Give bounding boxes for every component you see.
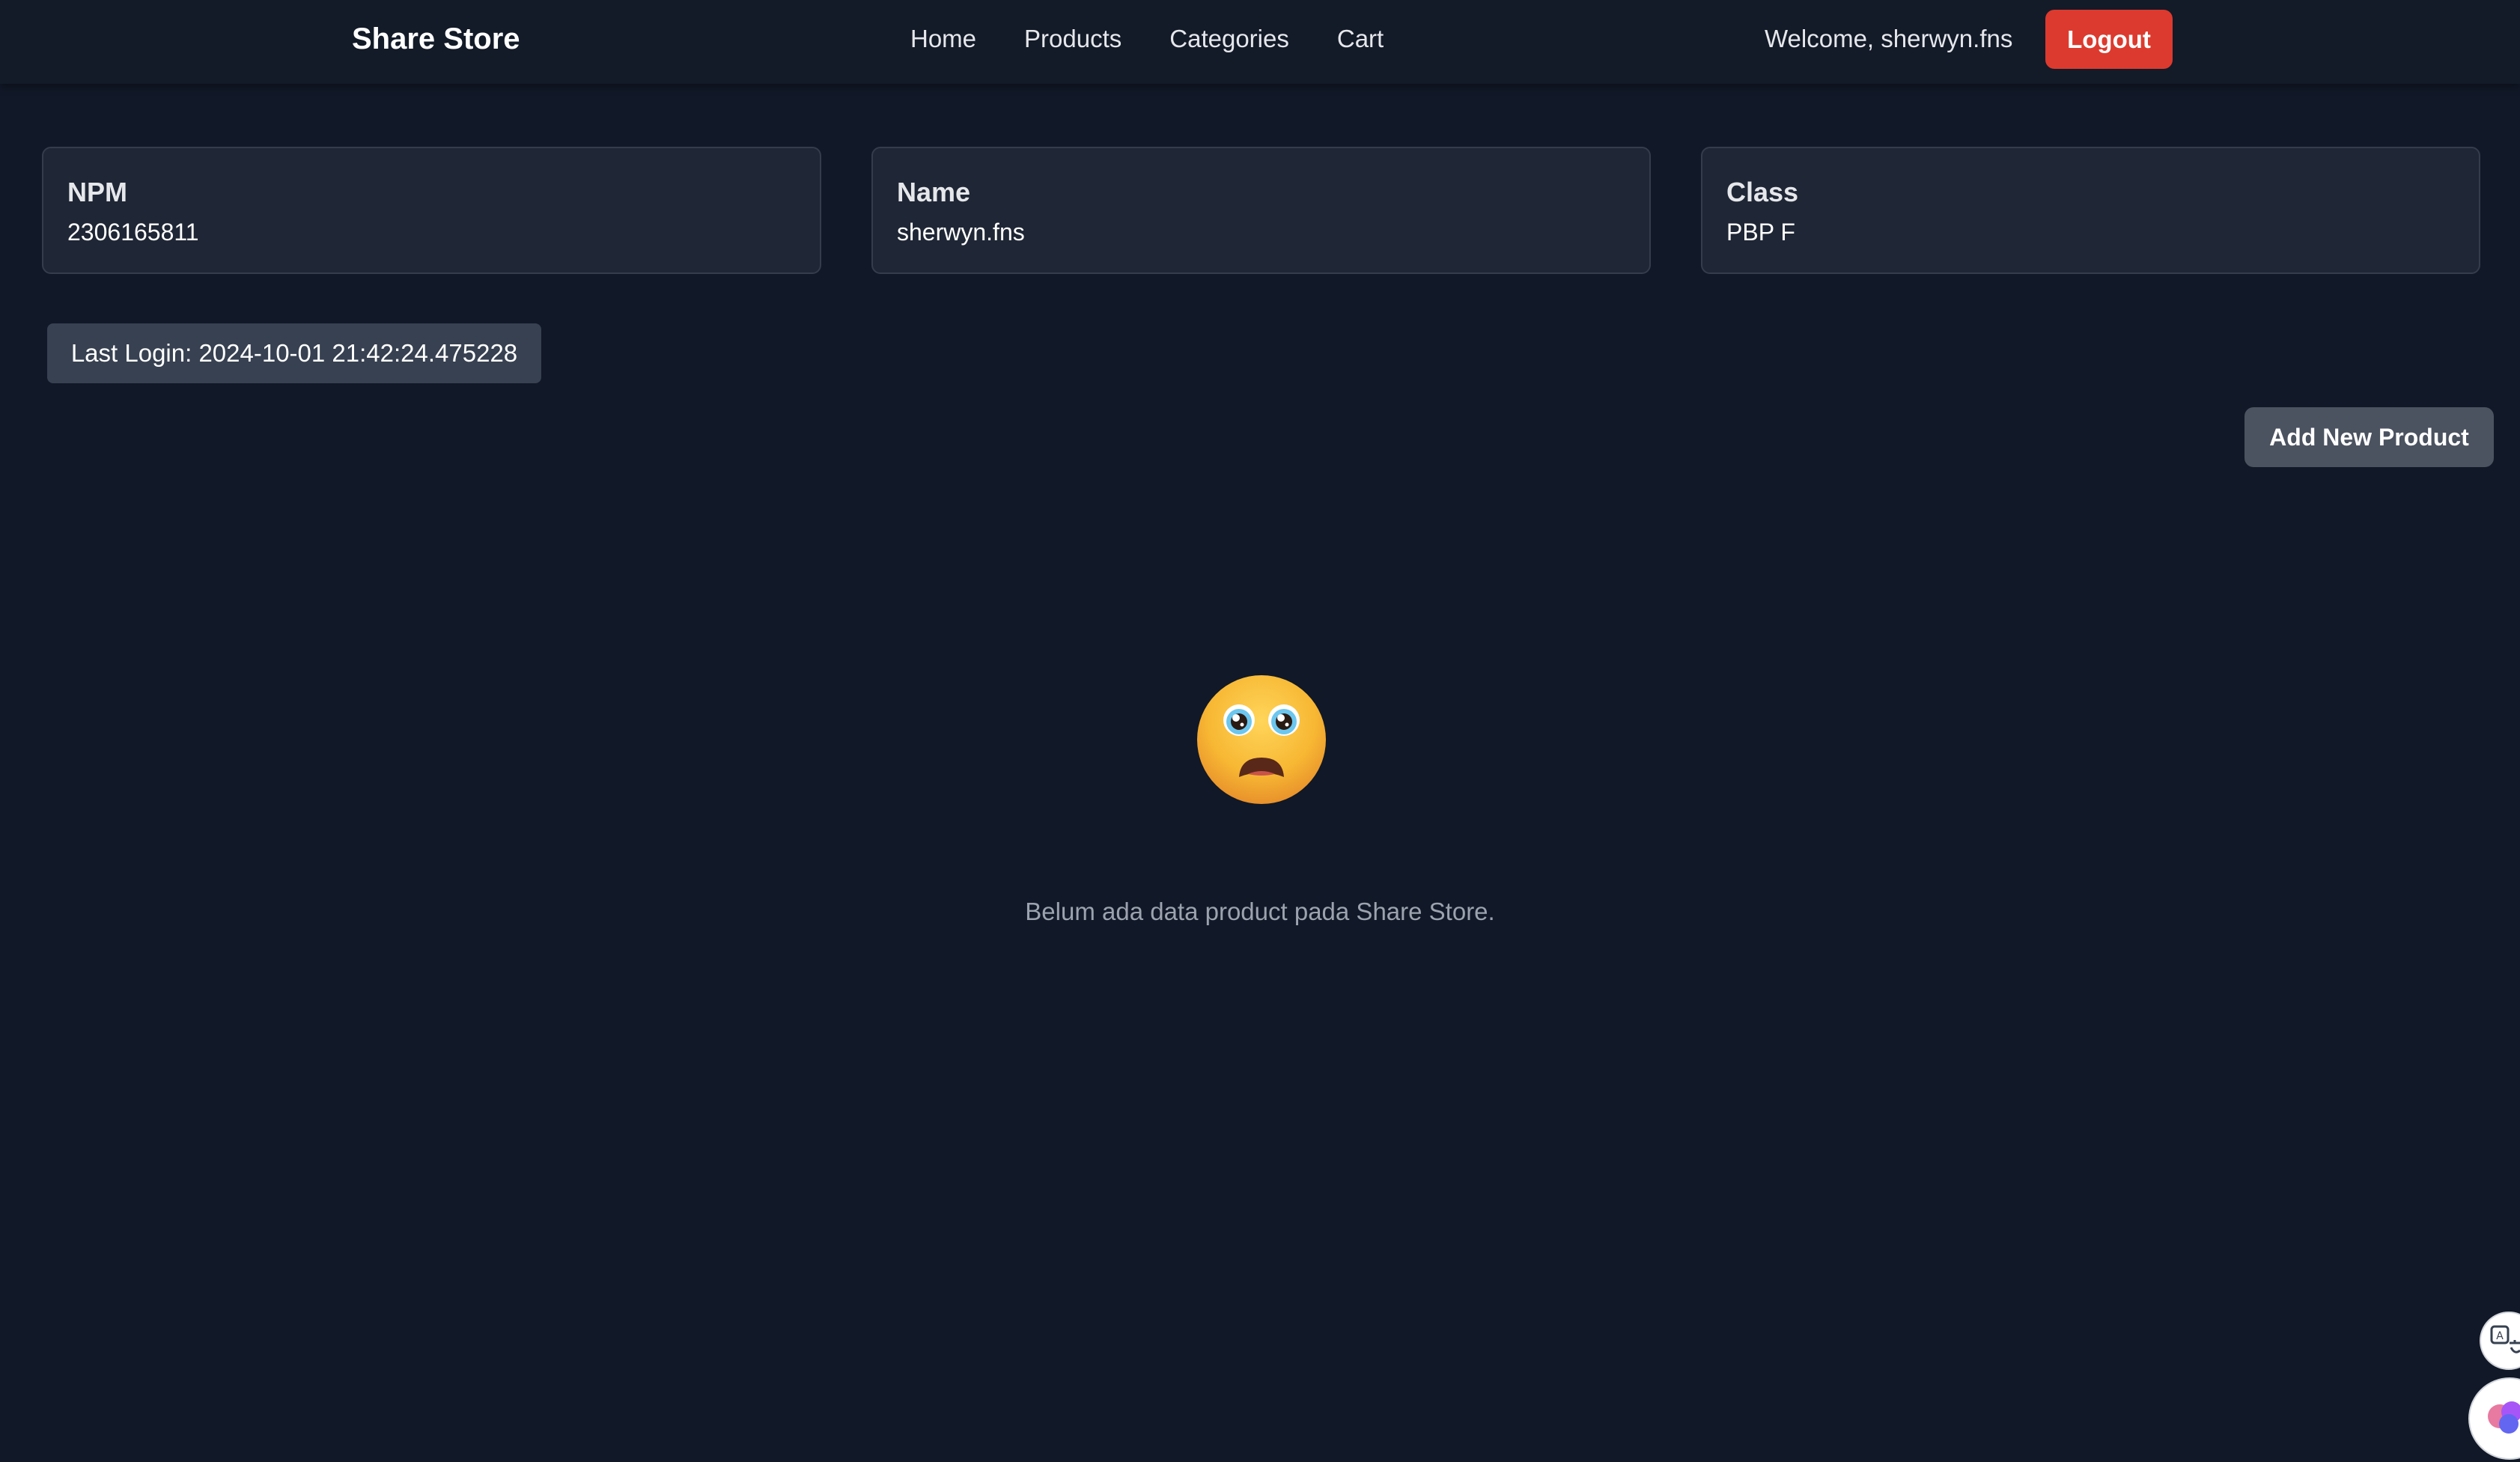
- svg-text:A: A: [2496, 1330, 2504, 1342]
- assistant-icon: [2488, 1401, 2520, 1434]
- crying-face-icon: [1196, 674, 1327, 805]
- nav-link-cart[interactable]: Cart: [1337, 22, 1384, 55]
- add-new-product-button[interactable]: Add New Product: [2244, 407, 2494, 467]
- translate-icon: A: [2490, 1325, 2520, 1353]
- nav-link-products[interactable]: Products: [1024, 22, 1121, 55]
- navbar: Share Store Home Products Categories Car…: [0, 0, 2520, 84]
- class-card-title: Class: [1726, 177, 1799, 207]
- name-card-value: sherwyn.fns: [897, 219, 1025, 246]
- assistant-button[interactable]: [2468, 1377, 2520, 1460]
- translate-button[interactable]: A: [2480, 1312, 2520, 1370]
- empty-state-message: Belum ada data product pada Share Store.: [1025, 898, 1495, 925]
- class-card: Class PBP F: [1701, 147, 2480, 274]
- nav-link-home[interactable]: Home: [910, 22, 976, 55]
- logout-button[interactable]: Logout: [2045, 10, 2173, 69]
- name-card-title: Name: [897, 177, 971, 207]
- class-card-value: PBP F: [1726, 219, 1795, 246]
- name-card: Name sherwyn.fns: [871, 147, 1651, 274]
- welcome-text: Welcome, sherwyn.fns: [1765, 25, 2013, 52]
- npm-card: NPM 2306165811: [42, 147, 821, 274]
- npm-card-title: NPM: [67, 177, 127, 207]
- nav-links: Home Products Categories Cart: [910, 22, 1384, 55]
- last-login-badge: Last Login: 2024-10-01 21:42:24.475228: [47, 323, 541, 383]
- brand-logo[interactable]: Share Store: [352, 19, 520, 58]
- npm-card-value: 2306165811: [67, 219, 199, 246]
- nav-link-categories[interactable]: Categories: [1169, 22, 1289, 55]
